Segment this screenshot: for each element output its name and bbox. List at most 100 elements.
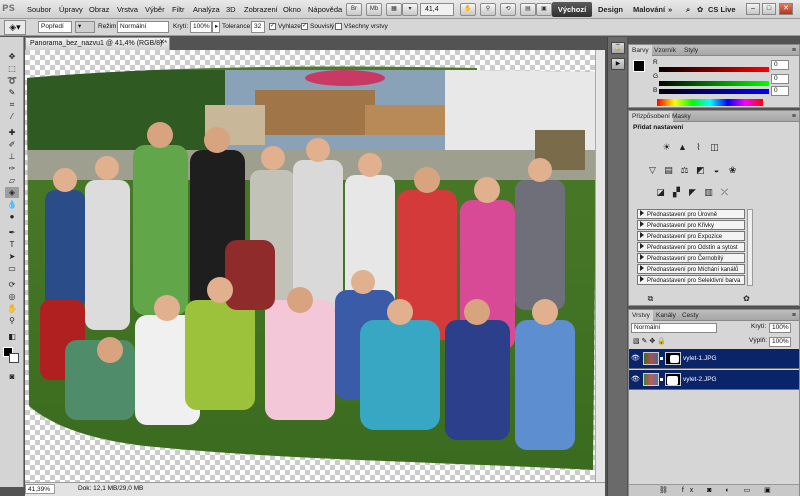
presets-scrollbar[interactable]	[747, 209, 753, 286]
lock-icons[interactable]: ▧ ✎ ✥ 🔒	[633, 337, 666, 345]
menu-layer[interactable]: Vrstva	[117, 0, 138, 19]
red-channel-slider[interactable]	[659, 67, 769, 72]
preset-black-white[interactable]: Přednastavení pro Černobílý	[637, 253, 745, 263]
view-extras-icon[interactable]: ▦	[386, 3, 402, 16]
background-color-swatch[interactable]	[9, 353, 19, 363]
document-close-icon[interactable]: ✕	[158, 39, 166, 47]
path-selection-tool-icon[interactable]: ➤	[5, 251, 19, 262]
eyedropper-tool-icon[interactable]: ⁄	[5, 111, 19, 122]
clone-stamp-tool-icon[interactable]: ⊥	[5, 151, 19, 162]
workspace-painting[interactable]: Malování	[633, 2, 665, 17]
opacity-dropdown-icon[interactable]: ▸	[212, 21, 220, 33]
preset-levels[interactable]: Přednastavení pro Úrovně	[637, 209, 745, 219]
blur-tool-icon[interactable]: 💧	[5, 199, 19, 210]
type-tool-icon[interactable]: T	[5, 239, 19, 250]
exposure-icon[interactable]: ◫	[709, 142, 720, 153]
threshold-icon[interactable]: ◤	[687, 187, 698, 198]
preset-curves[interactable]: Přednastavení pro Křivky	[637, 220, 745, 230]
3d-orbit-tool-icon[interactable]: ◎	[5, 291, 19, 302]
zoom-tool-icon[interactable]: ⚲	[5, 315, 19, 326]
move-tool-icon[interactable]: ✥	[5, 51, 19, 62]
tab-masks[interactable]: Masky	[669, 111, 694, 122]
menu-window[interactable]: Okno	[283, 0, 301, 19]
green-channel-input[interactable]: 0	[771, 74, 789, 84]
menu-image[interactable]: Obraz	[89, 0, 109, 19]
history-brush-tool-icon[interactable]: ✑	[5, 163, 19, 174]
layer-row[interactable]: 👁 vylet-2.JPG	[629, 370, 799, 390]
tab-layers[interactable]: Vrstvy	[629, 310, 653, 321]
hand-icon[interactable]: ✋	[460, 3, 476, 16]
layer-row[interactable]: 👁 vylet-1.JPG	[629, 349, 799, 369]
black-white-icon[interactable]: ◩	[695, 165, 706, 176]
green-channel-slider[interactable]	[659, 81, 769, 86]
tab-paths[interactable]: Cesty	[679, 310, 702, 321]
actions-panel-icon[interactable]: ▶	[611, 58, 625, 70]
rectangle-tool-icon[interactable]: ▭	[5, 263, 19, 274]
color-spectrum-ramp[interactable]	[657, 99, 763, 106]
layer-name[interactable]: vylet-2.JPG	[683, 370, 717, 390]
minimize-button[interactable]: –	[746, 3, 760, 15]
menu-filter[interactable]: Filtr	[172, 0, 185, 19]
selective-color-icon[interactable]: ⤫	[719, 187, 730, 198]
tab-adjustments[interactable]: Přizpůsobení	[629, 111, 673, 122]
red-channel-input[interactable]: 0	[771, 60, 789, 70]
fill-source-select[interactable]: Popředí	[38, 21, 72, 33]
lasso-tool-icon[interactable]: ➰	[5, 75, 19, 86]
pattern-picker[interactable]: ▾	[75, 21, 95, 33]
cs-live-icon[interactable]: ✿	[697, 2, 703, 17]
invert-icon[interactable]: ◪	[655, 187, 666, 198]
preset-exposure[interactable]: Přednastavení pro Expozice	[637, 231, 745, 241]
chain-link-icon[interactable]	[660, 357, 663, 360]
layer-name[interactable]: vylet-1.JPG	[683, 349, 717, 369]
default-colors-icon[interactable]: ◧	[5, 331, 19, 342]
menu-help[interactable]: Nápověda	[308, 0, 342, 19]
eraser-tool-icon[interactable]: ▱	[5, 175, 19, 186]
curves-icon[interactable]: ⌇	[693, 142, 704, 153]
adjustment-options-icon[interactable]: ✿	[741, 293, 752, 304]
clip-to-layer-icon[interactable]: ⧉	[645, 293, 656, 304]
menu-edit[interactable]: Úpravy	[59, 0, 83, 19]
blend-mode-select[interactable]: Normální	[117, 21, 169, 33]
arrange-documents-icon[interactable]: ▤	[520, 3, 536, 16]
eye-icon[interactable]: 👁	[631, 375, 640, 384]
opacity-input[interactable]: 100%	[190, 21, 212, 33]
hue-saturation-icon[interactable]: ▤	[663, 165, 674, 176]
vertical-scrollbar[interactable]	[595, 50, 605, 482]
workspace-design[interactable]: Design	[598, 2, 623, 17]
pen-tool-icon[interactable]: ✒	[5, 227, 19, 238]
paint-bucket-tool-icon[interactable]: ◈	[5, 187, 19, 198]
menu-3d[interactable]: 3D	[226, 0, 236, 19]
paint-bucket-tool-preset-icon[interactable]: ◈▾	[4, 20, 26, 35]
dodge-tool-icon[interactable]: ●	[5, 211, 19, 222]
menu-analysis[interactable]: Analýza	[193, 0, 220, 19]
layer-mask-thumbnail[interactable]	[665, 352, 681, 365]
marquee-tool-icon[interactable]: ⬚	[5, 63, 19, 74]
tolerance-input[interactable]: 32	[251, 21, 265, 33]
crop-tool-icon[interactable]: ⌗	[5, 99, 19, 110]
bridge-icon[interactable]: Br	[346, 3, 362, 16]
posterize-icon[interactable]: ▞	[671, 187, 682, 198]
close-button[interactable]: ✕	[779, 3, 793, 15]
history-panel-icon[interactable]: ⌛	[611, 42, 625, 54]
layer-fill-input[interactable]: 100%	[769, 337, 791, 347]
tab-swatches[interactable]: Vzorník	[651, 45, 679, 56]
photo-filter-icon[interactable]: ◒	[711, 165, 722, 176]
contiguous-checkbox[interactable]: ✓	[301, 23, 308, 30]
color-foreground-swatch[interactable]	[633, 60, 645, 72]
preset-hue-saturation[interactable]: Přednastavení pro Odstín a sytost	[637, 242, 745, 252]
blue-channel-input[interactable]: 0	[771, 86, 789, 96]
tab-channels[interactable]: Kanály	[653, 310, 679, 321]
preset-selective-color[interactable]: Přednastavení pro Selektivní barva	[637, 275, 745, 285]
all-layers-checkbox[interactable]	[335, 23, 342, 30]
color-balance-icon[interactable]: ⚖	[679, 165, 690, 176]
layer-mask-thumbnail[interactable]	[665, 373, 681, 386]
document-tab[interactable]: Panorama_bez_nazvu1 @ 41,4% (RGB/8) *	[25, 37, 170, 50]
zoom-icon[interactable]: ⚲	[480, 3, 496, 16]
blue-channel-slider[interactable]	[659, 89, 769, 94]
adjustments-panel-menu-icon[interactable]: ≡	[792, 112, 796, 121]
menu-select[interactable]: Výběr	[145, 0, 165, 19]
hand-tool-icon[interactable]: ✋	[5, 303, 19, 314]
document-canvas[interactable]	[25, 50, 605, 482]
anti-alias-checkbox[interactable]: ✓	[269, 23, 276, 30]
color-panel-menu-icon[interactable]: ≡	[792, 46, 796, 55]
